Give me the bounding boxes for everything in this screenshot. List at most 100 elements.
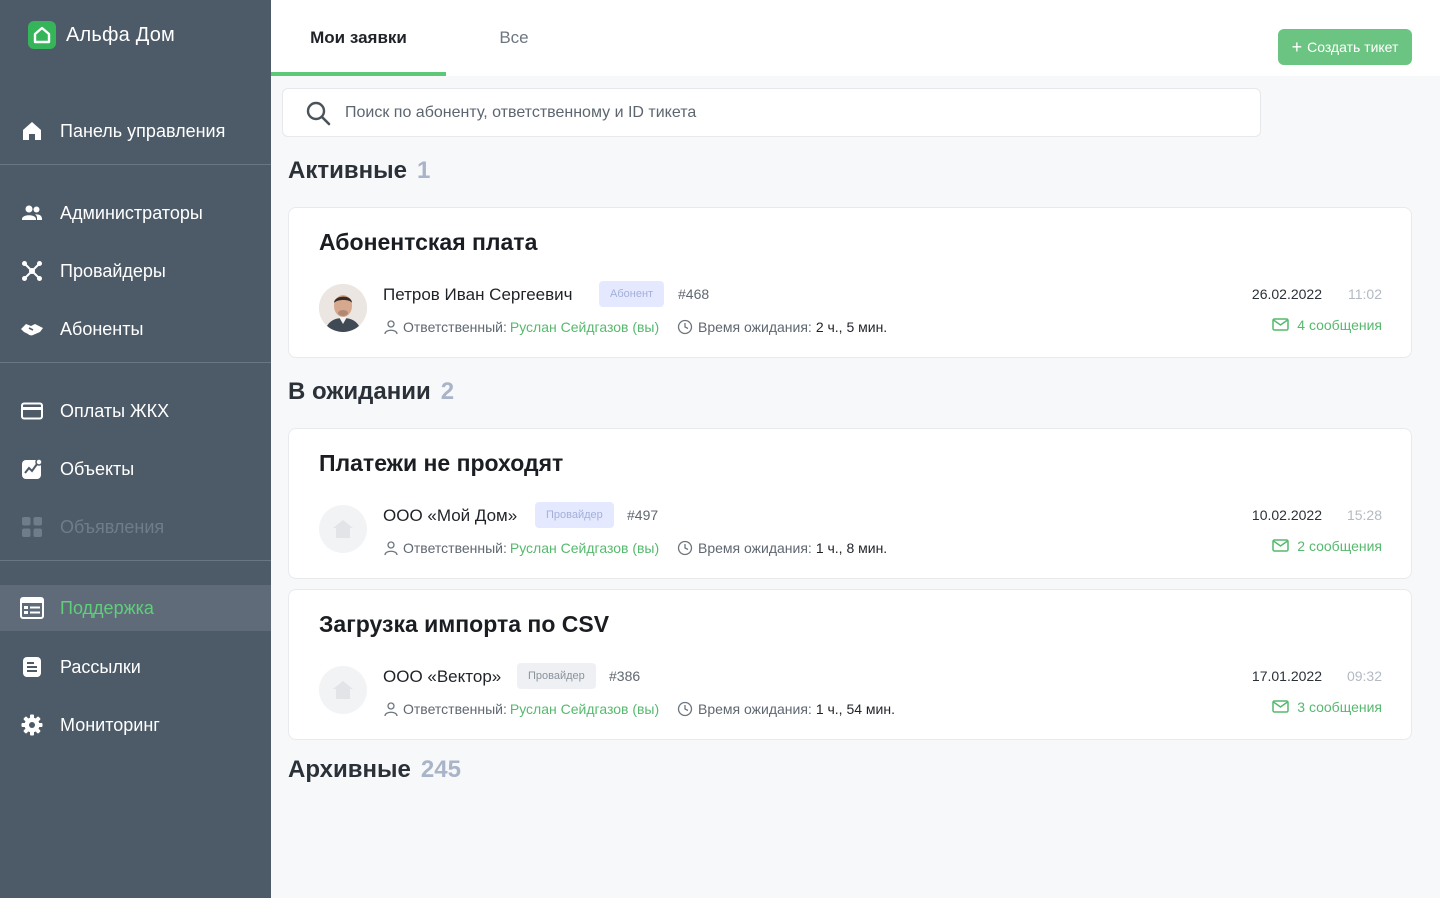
wait-value: 1 ч., 54 мин. xyxy=(815,701,895,717)
mail-icon xyxy=(1272,698,1290,715)
ticket-date: 26.02.2022 xyxy=(1251,286,1322,302)
document-icon xyxy=(20,655,44,679)
create-ticket-button[interactable]: + Создать тикет xyxy=(1278,29,1412,65)
user-icon xyxy=(383,701,399,717)
ticket-title: Платежи не проходят xyxy=(319,450,564,476)
sidebar-item-announcements[interactable]: Объявления xyxy=(0,504,271,550)
wait-info: Время ожидания: 1 ч., 54 мин. xyxy=(677,701,895,717)
house-placeholder-icon xyxy=(333,681,353,699)
handshake-icon xyxy=(20,317,44,341)
messages-link[interactable]: 4 сообщения xyxy=(1272,316,1382,333)
active-tab-indicator xyxy=(271,72,446,76)
sidebar-item-payments[interactable]: Оплаты ЖКХ xyxy=(0,388,271,434)
search-box xyxy=(282,88,1261,137)
responsible-info: Ответственный: Руслан Сейдгазов (вы) xyxy=(383,540,659,556)
ticket-id: #468 xyxy=(678,286,710,302)
sidebar: Альфа Дом Панель управления Администрато… xyxy=(0,0,271,898)
wait-label: Время ожидания: xyxy=(698,540,812,556)
wait-value: 2 ч., 5 мин. xyxy=(815,319,888,335)
user-icon xyxy=(383,319,399,335)
tab-label: Все xyxy=(499,28,529,47)
support-icon xyxy=(20,596,44,620)
ticket-card[interactable]: Загрузка импорта по CSV ООО «Вектор» Про… xyxy=(288,589,1412,740)
ticket-id: #386 xyxy=(609,668,641,684)
mail-icon xyxy=(1272,316,1290,333)
responsible-name: Руслан Сейдгазов (вы) xyxy=(509,701,660,717)
section-title: Активные xyxy=(288,157,407,184)
responsible-info: Ответственный: Руслан Сейдгазов (вы) xyxy=(383,701,659,717)
ticket-time: 11:02 xyxy=(1348,286,1382,302)
status-badge: Абонент xyxy=(599,281,665,307)
messages-count: 2 сообщения xyxy=(1297,537,1382,554)
wait-info: Время ожидания: 1 ч., 8 мин. xyxy=(677,540,887,556)
ticket-id: #497 xyxy=(627,507,659,523)
messages-count: 4 сообщения xyxy=(1297,316,1382,333)
clock-icon xyxy=(677,701,693,717)
clock-icon xyxy=(677,319,693,335)
tab-label: Мои заявки xyxy=(310,28,407,47)
responsible-label: Ответственный: xyxy=(403,540,507,556)
sidebar-item-label: Мониторинг xyxy=(60,714,160,735)
mail-icon xyxy=(1272,537,1290,554)
ticket-time: 15:28 xyxy=(1346,507,1382,523)
sidebar-item-label: Поддержка xyxy=(60,597,154,618)
requester-name: ООО «Вектор» xyxy=(383,667,502,686)
sidebar-item-providers[interactable]: Провайдеры xyxy=(0,248,271,294)
sidebar-item-objects[interactable]: Объекты xyxy=(0,446,271,492)
section-title: В ожидании xyxy=(288,378,431,405)
status-badge: Провайдер xyxy=(517,663,596,689)
sidebar-item-admins[interactable]: Администраторы xyxy=(0,190,271,236)
grid-icon xyxy=(20,515,44,539)
tab-all-tickets[interactable]: Все xyxy=(471,0,557,76)
section-count: 1 xyxy=(416,157,431,184)
wait-label: Время ожидания: xyxy=(698,701,812,717)
gear-icon xyxy=(20,713,44,737)
sidebar-item-label: Администраторы xyxy=(60,202,203,223)
wait-value: 1 ч., 8 мин. xyxy=(815,540,888,556)
search-input[interactable] xyxy=(345,103,1225,122)
status-badge: Провайдер xyxy=(535,502,614,528)
sidebar-divider xyxy=(0,362,271,363)
ticket-time: 09:32 xyxy=(1346,668,1382,684)
wait-info: Время ожидания: 2 ч., 5 мин. xyxy=(677,319,887,335)
section-count: 2 xyxy=(440,378,455,405)
section-count: 245 xyxy=(420,756,461,783)
home-icon xyxy=(20,119,44,143)
ticket-title: Абонентская плата xyxy=(319,229,538,255)
plus-icon: + xyxy=(1291,37,1303,57)
sidebar-item-label: Оплаты ЖКХ xyxy=(60,400,170,421)
tab-my-tickets[interactable]: Мои заявки xyxy=(271,0,446,76)
requester-name: ООО «Мой Дом» xyxy=(383,506,518,525)
sidebar-item-mailings[interactable]: Рассылки xyxy=(0,644,271,690)
tabs-bar: Мои заявки Все + Создать тикет xyxy=(271,0,1440,76)
section-archive-heading[interactable]: Архивные 245 xyxy=(288,756,461,784)
sidebar-divider xyxy=(0,164,271,165)
clock-icon xyxy=(677,540,693,556)
app-logo[interactable]: Альфа Дом xyxy=(28,21,175,49)
house-logo-icon xyxy=(28,21,56,49)
sidebar-item-label: Объекты xyxy=(60,458,135,479)
avatar xyxy=(319,284,367,332)
sidebar-item-label: Рассылки xyxy=(60,656,141,677)
ticket-card[interactable]: Платежи не проходят ООО «Мой Дом» Провай… xyxy=(288,428,1412,579)
users-icon xyxy=(20,201,44,225)
responsible-label: Ответственный: xyxy=(403,701,507,717)
credit-card-icon xyxy=(20,399,44,423)
responsible-info: Ответственный: Руслан Сейдгазов (вы) xyxy=(383,319,659,335)
network-icon xyxy=(20,259,44,283)
sidebar-item-support[interactable]: Поддержка xyxy=(0,585,271,631)
requester-name: Петров Иван Сергеевич xyxy=(383,285,573,304)
app-name: Альфа Дом xyxy=(66,23,176,46)
user-icon xyxy=(383,540,399,556)
messages-count: 3 сообщения xyxy=(1297,698,1382,715)
sidebar-item-label: Абоненты xyxy=(60,318,144,339)
sidebar-item-subscribers[interactable]: Абоненты xyxy=(0,306,271,352)
sidebar-item-monitoring[interactable]: Мониторинг xyxy=(0,702,271,748)
sidebar-item-label: Панель управления xyxy=(60,120,226,141)
messages-link[interactable]: 3 сообщения xyxy=(1272,698,1382,715)
messages-link[interactable]: 2 сообщения xyxy=(1272,537,1382,554)
search-icon xyxy=(305,100,331,126)
ticket-card[interactable]: Абонентская плата Петров Иван Сергеевич … xyxy=(288,207,1412,358)
chart-icon xyxy=(20,457,44,481)
sidebar-item-dashboard[interactable]: Панель управления xyxy=(0,108,271,154)
